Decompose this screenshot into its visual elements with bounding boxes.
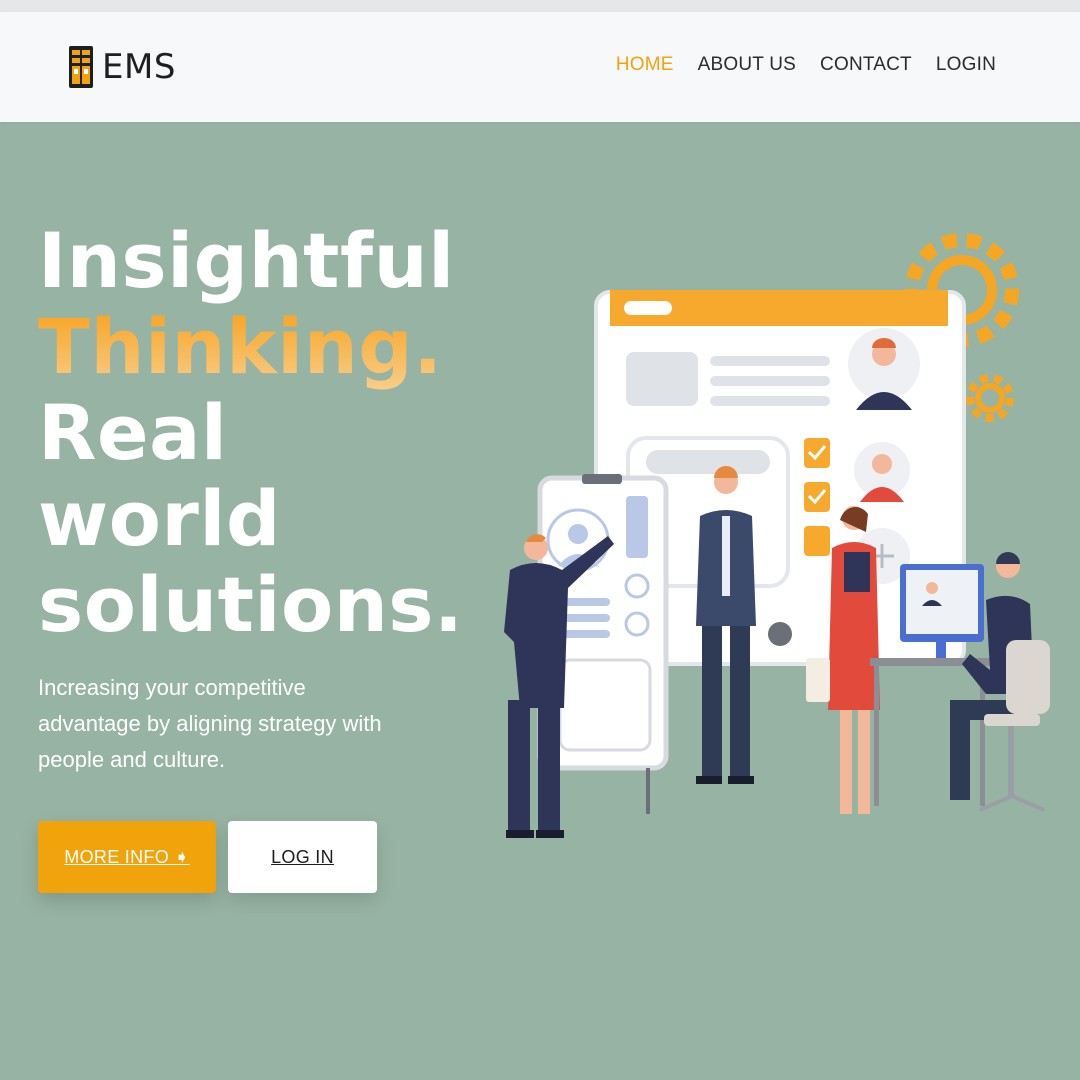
hero-title-line: Real <box>38 388 228 477</box>
nav-contact[interactable]: CONTACT <box>820 52 912 78</box>
main-nav: HOME ABOUT US CONTACT LOGIN <box>616 52 996 78</box>
more-info-button[interactable]: MORE INFO ➧ <box>38 821 216 893</box>
navbar: EMS HOME ABOUT US CONTACT LOGIN <box>0 12 1080 122</box>
nav-login[interactable]: LOGIN <box>936 52 996 78</box>
brand-logo[interactable]: EMS <box>68 45 176 89</box>
hero-title: Insightful Thinking. Real world solution… <box>38 218 463 648</box>
brand-name: EMS <box>102 47 176 87</box>
hero-title-line: world <box>38 474 281 563</box>
hero-title-line: solutions. <box>38 560 464 649</box>
nav-about-us[interactable]: ABOUT US <box>698 52 796 78</box>
top-strip <box>0 0 1080 12</box>
hero-subtitle: Increasing your competitive advantage by… <box>38 675 382 772</box>
ems-logo-icon <box>69 46 93 88</box>
hero-title-line: Insightful <box>38 216 455 305</box>
log-in-button[interactable]: LOG IN <box>228 821 377 893</box>
gear-icon <box>966 374 1014 422</box>
team-management-illustration <box>504 233 1050 838</box>
hero-title-accent: Thinking. <box>38 304 463 390</box>
nav-home[interactable]: HOME <box>616 52 674 78</box>
